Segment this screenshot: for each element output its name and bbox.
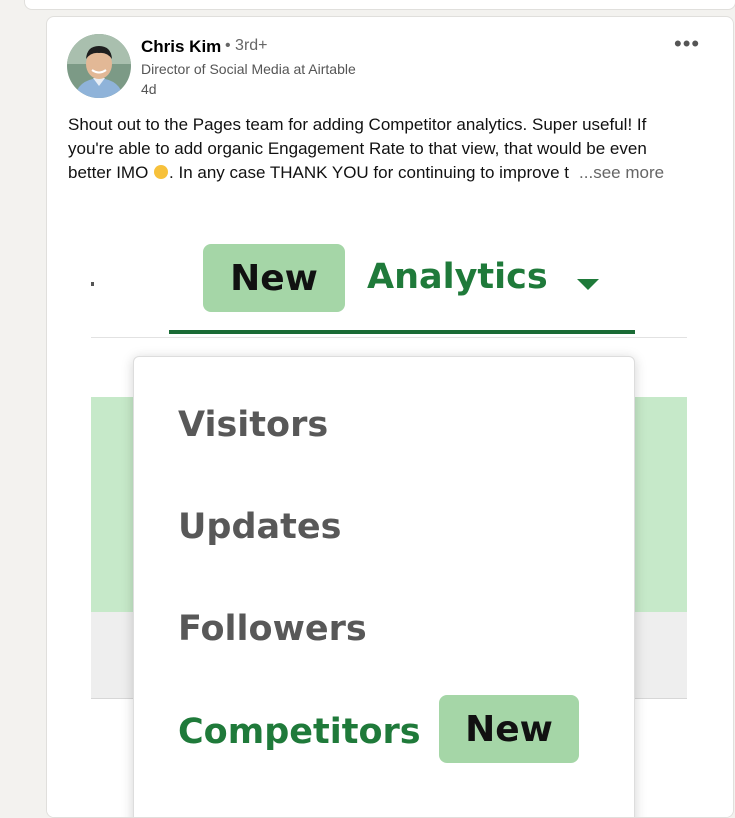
winking-face-icon (154, 165, 169, 179)
menu-item-competitors: Competitors (178, 712, 421, 752)
image-artifact (91, 282, 94, 286)
post-card: Chris Kim • 3rd+ Director of Social Medi… (46, 16, 734, 818)
post-text-fragment: better IMO (68, 163, 154, 182)
post-image[interactable]: New Analytics Visitors Updates Followers… (47, 224, 733, 817)
active-tab-underline (169, 330, 635, 334)
post-text-fragment: . In any case THANK YOU for continuing t… (169, 163, 570, 182)
author-name[interactable]: Chris Kim (141, 37, 221, 57)
caret-down-icon (577, 279, 599, 290)
connection-degree: • 3rd+ (225, 37, 268, 54)
competitors-new-badge: New (439, 695, 579, 763)
post-text-line: better IMO . In any case THANK YOU for c… (68, 161, 718, 185)
analytics-dropdown-menu: Visitors Updates Followers Competitors N… (133, 356, 635, 817)
post-text-line: you're able to add organic Engagement Ra… (68, 139, 647, 158)
menu-item-followers: Followers (178, 609, 367, 649)
see-more-link[interactable]: ...see more (579, 163, 664, 182)
post-text-line: Shout out to the Pages team for adding C… (68, 115, 647, 134)
analytics-tab: Analytics (367, 257, 548, 297)
menu-item-visitors: Visitors (178, 405, 329, 445)
post-timestamp: 4d (141, 81, 157, 97)
previous-post-card (24, 0, 735, 10)
avatar[interactable] (67, 34, 131, 98)
divider (91, 337, 687, 338)
more-options-icon[interactable]: ••• (674, 31, 700, 57)
menu-item-updates: Updates (178, 507, 342, 547)
post-text: Shout out to the Pages team for adding C… (68, 113, 718, 185)
new-badge: New (203, 244, 345, 312)
author-headline: Director of Social Media at Airtable (141, 61, 356, 77)
